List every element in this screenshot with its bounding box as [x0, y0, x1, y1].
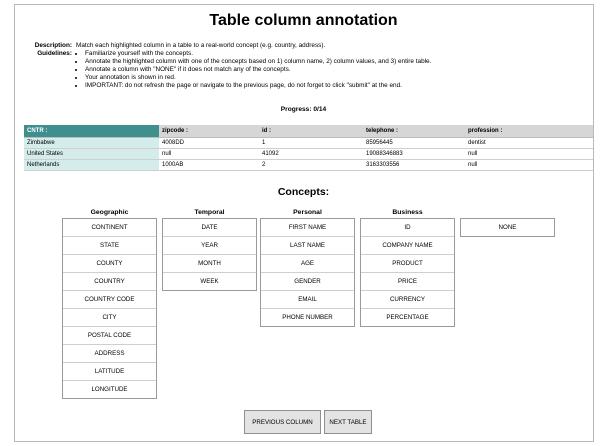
column-header[interactable]: profession :	[465, 125, 593, 138]
concept-option-currency[interactable]: CURRENCY	[361, 291, 454, 309]
concept-option-age[interactable]: AGE	[261, 255, 354, 273]
guideline-item: Your annotation is shown in red.	[85, 74, 431, 82]
concept-option-state[interactable]: STATE	[63, 237, 156, 255]
concepts-title: Concepts:	[277, 186, 330, 198]
guideline-item: Annotate the highlighted column with one…	[85, 58, 431, 66]
description-text: Match each highlighted column in a table…	[76, 42, 326, 49]
concept-list: DATE YEAR MONTH WEEK	[162, 218, 257, 291]
concept-option-company-name[interactable]: COMPANY NAME	[361, 237, 454, 255]
table-row: United States null 41092 19088346883 nul…	[24, 148, 593, 160]
concept-option-county[interactable]: COUNTY	[63, 255, 156, 273]
concept-option-longitude[interactable]: LONGITUDE	[63, 381, 156, 398]
concept-option-date[interactable]: DATE	[163, 219, 256, 237]
table-cell: 19088346883	[363, 148, 465, 160]
concept-option-continent[interactable]: CONTINENT	[63, 219, 156, 237]
table-row: Zimbabwe 4008DD 1 85956445 dentist	[24, 137, 593, 149]
concept-option-last-name[interactable]: LAST NAME	[261, 237, 354, 255]
column-header[interactable]: zipcode :	[159, 125, 259, 138]
table-header-row: CNTR : zipcode : id : telephone : profes…	[24, 125, 593, 138]
concept-option-none[interactable]: NONE	[461, 219, 554, 236]
table-cell: dentist	[465, 137, 593, 149]
next-table-button[interactable]: NEXT TABLE	[324, 410, 372, 434]
table-cell-highlighted: Netherlands	[24, 159, 159, 171]
concept-group-title: Temporal	[194, 209, 225, 216]
concept-option-price[interactable]: PRICE	[361, 273, 454, 291]
concept-option-latitude[interactable]: LATITUDE	[63, 363, 156, 381]
concept-group-geographic: Geographic CONTINENT STATE COUNTY COUNTR…	[62, 208, 157, 399]
concept-group-none: NONE	[460, 208, 555, 237]
concept-option-postal-code[interactable]: POSTAL CODE	[63, 327, 156, 345]
previous-column-button[interactable]: PREVIOUS COLUMN	[244, 410, 321, 434]
table-cell: 1	[259, 137, 363, 149]
table-cell: 3163303556	[363, 159, 465, 171]
table-cell: null	[465, 159, 593, 171]
concept-list: CONTINENT STATE COUNTY COUNTRY COUNTRY C…	[62, 218, 157, 399]
concept-group-title: Personal	[293, 209, 322, 216]
table-cell: 85956445	[363, 137, 465, 149]
concept-option-email[interactable]: EMAIL	[261, 291, 354, 309]
concept-option-year[interactable]: YEAR	[163, 237, 256, 255]
table-cell: 4008DD	[159, 137, 259, 149]
instructions: Description: Match each highlighted colu…	[26, 42, 432, 90]
concept-group-business: Business ID COMPANY NAME PRODUCT PRICE C…	[360, 208, 455, 327]
concept-option-month[interactable]: MONTH	[163, 255, 256, 273]
concept-group-title: Business	[392, 209, 423, 216]
concept-group-personal: Personal FIRST NAME LAST NAME AGE GENDER…	[260, 208, 355, 327]
column-header-highlighted[interactable]: CNTR :	[24, 125, 159, 138]
concept-option-country[interactable]: COUNTRY	[63, 273, 156, 291]
concept-list: NONE	[460, 218, 555, 237]
guideline-item: Familiarize yourself with the concepts.	[85, 50, 431, 58]
concept-list: FIRST NAME LAST NAME AGE GENDER EMAIL PH…	[260, 218, 355, 327]
concept-option-first-name[interactable]: FIRST NAME	[261, 219, 354, 237]
guidelines-label: Guidelines:	[37, 50, 72, 57]
table-cell: 1000AB	[159, 159, 259, 171]
table-cell-highlighted: Zimbabwe	[24, 137, 159, 149]
table-cell: null	[159, 148, 259, 160]
description-label: Description:	[34, 42, 72, 49]
concept-option-gender[interactable]: GENDER	[261, 273, 354, 291]
concept-option-country-code[interactable]: COUNTRY CODE	[63, 291, 156, 309]
data-table: CNTR : zipcode : id : telephone : profes…	[24, 125, 593, 171]
table-cell: null	[465, 148, 593, 160]
concept-option-percentage[interactable]: PERCENTAGE	[361, 309, 454, 326]
guidelines-list: Familiarize yourself with the concepts. …	[76, 50, 431, 90]
concept-option-address[interactable]: ADDRESS	[63, 345, 156, 363]
table-row: Netherlands 1000AB 2 3163303556 null	[24, 159, 593, 171]
column-header[interactable]: telephone :	[363, 125, 465, 138]
column-header[interactable]: id :	[259, 125, 363, 138]
concept-list: ID COMPANY NAME PRODUCT PRICE CURRENCY P…	[360, 218, 455, 327]
concept-option-week[interactable]: WEEK	[163, 273, 256, 290]
page-title: Table column annotation	[209, 12, 398, 29]
concept-group-temporal: Temporal DATE YEAR MONTH WEEK	[162, 208, 257, 291]
concept-option-phone-number[interactable]: PHONE NUMBER	[261, 309, 354, 326]
concept-option-product[interactable]: PRODUCT	[361, 255, 454, 273]
concept-group-title	[460, 208, 555, 218]
concept-group-title: Geographic	[90, 209, 129, 216]
concept-option-city[interactable]: CITY	[63, 309, 156, 327]
concept-option-id[interactable]: ID	[361, 219, 454, 237]
progress-text: Progress: 0/14	[280, 106, 327, 113]
guideline-item: IMPORTANT: do not refresh the page or na…	[85, 82, 431, 90]
table-cell-highlighted: United States	[24, 148, 159, 160]
table-cell: 2	[259, 159, 363, 171]
table-cell: 41092	[259, 148, 363, 160]
guideline-item: Annotate a column with "NONE" if it does…	[85, 66, 431, 74]
